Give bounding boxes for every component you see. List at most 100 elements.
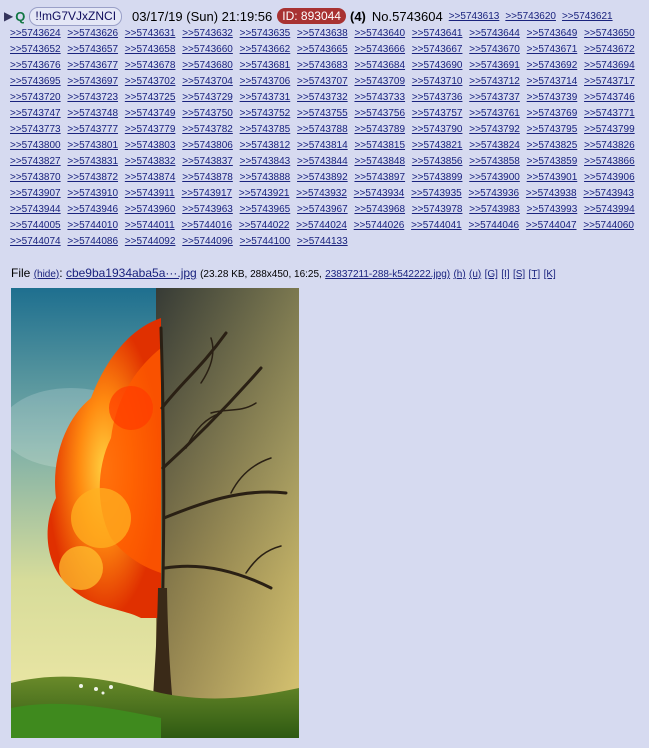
backlink[interactable]: >>5743978 xyxy=(412,204,463,215)
file-action-google[interactable]: [G] xyxy=(485,269,498,280)
backlink[interactable]: >>5743644 xyxy=(469,28,520,39)
backlink[interactable]: >>5743725 xyxy=(125,92,176,103)
file-action-iqdb[interactable]: [I] xyxy=(501,269,509,280)
backlink[interactable]: >>5743635 xyxy=(240,28,291,39)
backlink[interactable]: >>5743921 xyxy=(239,188,290,199)
backlink[interactable]: >>5743859 xyxy=(527,156,578,167)
backlink[interactable]: >>5743946 xyxy=(67,204,118,215)
backlink[interactable]: >>5743631 xyxy=(125,28,176,39)
backlink[interactable]: >>5743757 xyxy=(412,108,463,119)
backlink[interactable]: >>5743691 xyxy=(469,60,520,71)
post-menu-arrow-icon[interactable]: ▶ xyxy=(4,9,13,23)
backlink[interactable]: >>5743638 xyxy=(297,28,348,39)
post-number-link[interactable]: No.5743604 xyxy=(372,9,443,24)
backlink[interactable]: >>5743709 xyxy=(354,76,405,87)
backlink[interactable]: >>5743624 xyxy=(10,28,61,39)
backlink[interactable]: >>5744024 xyxy=(296,220,347,231)
backlink[interactable]: >>5743771 xyxy=(584,108,635,119)
backlink[interactable]: >>5743658 xyxy=(125,44,176,55)
backlink[interactable]: >>5743935 xyxy=(411,188,462,199)
backlink[interactable]: >>5744100 xyxy=(240,236,291,247)
backlink[interactable]: >>5744074 xyxy=(10,236,61,247)
backlink[interactable]: >>5743755 xyxy=(297,108,348,119)
backlink[interactable]: >>5743683 xyxy=(297,60,348,71)
backlink[interactable]: >>5744016 xyxy=(181,220,232,231)
file-action-tineye[interactable]: [T] xyxy=(529,269,541,280)
backlink[interactable]: >>5744046 xyxy=(469,220,520,231)
backlink[interactable]: >>5743799 xyxy=(584,124,635,135)
backlink[interactable]: >>5743938 xyxy=(526,188,577,199)
backlink[interactable]: >>5743917 xyxy=(181,188,232,199)
backlink[interactable]: >>5743806 xyxy=(182,140,233,151)
backlink[interactable]: >>5743944 xyxy=(10,204,61,215)
backlink[interactable]: >>5743960 xyxy=(125,204,176,215)
backlink[interactable]: >>5743788 xyxy=(297,124,348,135)
backlink[interactable]: >>5743815 xyxy=(354,140,405,151)
backlink[interactable]: >>5743800 xyxy=(10,140,61,151)
backlink[interactable]: >>5743749 xyxy=(125,108,176,119)
backlink[interactable]: >>5743676 xyxy=(10,60,61,71)
backlink[interactable]: >>5743756 xyxy=(354,108,405,119)
backlink[interactable]: >>5743632 xyxy=(182,28,233,39)
backlink[interactable]: >>5743692 xyxy=(527,60,578,71)
backlink[interactable]: >>5743731 xyxy=(240,92,291,103)
backlink[interactable]: >>5743795 xyxy=(527,124,578,135)
backlink[interactable]: >>5743736 xyxy=(412,92,463,103)
backlink[interactable]: >>5744086 xyxy=(67,236,118,247)
backlink[interactable]: >>5744092 xyxy=(125,236,176,247)
backlink[interactable]: >>5744011 xyxy=(125,220,175,231)
backlink[interactable]: >>5743790 xyxy=(412,124,463,135)
backlink[interactable]: >>5743672 xyxy=(584,44,635,55)
backlink[interactable]: >>5743831 xyxy=(67,156,118,167)
backlink[interactable]: >>5743866 xyxy=(584,156,635,167)
backlink[interactable]: >>5743750 xyxy=(182,108,233,119)
backlink[interactable]: >>5743789 xyxy=(354,124,405,135)
backlink[interactable]: >>5744026 xyxy=(354,220,405,231)
backlink[interactable]: >>5743936 xyxy=(469,188,520,199)
backlink[interactable]: >>5743739 xyxy=(527,92,578,103)
backlink[interactable]: >>5743752 xyxy=(240,108,291,119)
backlink[interactable]: >>5744022 xyxy=(239,220,290,231)
backlink[interactable]: >>5743963 xyxy=(182,204,233,215)
backlink[interactable]: >>5743965 xyxy=(240,204,291,215)
backlink[interactable]: >>5743968 xyxy=(354,204,405,215)
backlink[interactable]: >>5743680 xyxy=(182,60,233,71)
backlink[interactable]: >>5743747 xyxy=(10,108,61,119)
backlink[interactable]: >>5743733 xyxy=(354,92,405,103)
backlink[interactable]: >>5743814 xyxy=(297,140,348,151)
backlink[interactable]: >>5743707 xyxy=(297,76,348,87)
backlink[interactable]: >>5743717 xyxy=(584,76,635,87)
backlink[interactable]: >>5743901 xyxy=(527,172,578,183)
backlink[interactable]: >>5743792 xyxy=(469,124,520,135)
backlink[interactable]: >>5743684 xyxy=(354,60,405,71)
backlink[interactable]: >>5743899 xyxy=(412,172,463,183)
backlink[interactable]: >>5743785 xyxy=(240,124,291,135)
backlink[interactable]: >>5743694 xyxy=(584,60,635,71)
backlink[interactable]: >>5743907 xyxy=(10,188,61,199)
backlink[interactable]: >>5743848 xyxy=(354,156,405,167)
backlink[interactable]: >>5743843 xyxy=(240,156,291,167)
header-reply-link[interactable]: >>5743613 xyxy=(449,11,500,22)
backlink[interactable]: >>5743640 xyxy=(354,28,405,39)
backlink[interactable]: >>5743769 xyxy=(527,108,578,119)
backlink[interactable]: >>5743695 xyxy=(10,76,61,87)
backlink[interactable]: >>5743779 xyxy=(125,124,176,135)
backlink[interactable]: >>5743872 xyxy=(67,172,118,183)
backlink[interactable]: >>5744133 xyxy=(297,236,348,247)
backlink[interactable]: >>5743704 xyxy=(182,76,233,87)
backlink[interactable]: >>5743821 xyxy=(412,140,463,151)
backlink[interactable]: >>5743888 xyxy=(240,172,291,183)
backlink[interactable]: >>5743649 xyxy=(527,28,578,39)
backlink[interactable]: >>5743714 xyxy=(527,76,578,87)
poster-id-badge[interactable]: ID: 893044 xyxy=(277,8,346,24)
backlink[interactable]: >>5743906 xyxy=(584,172,635,183)
backlink[interactable]: >>5743641 xyxy=(412,28,463,39)
backlink[interactable]: >>5743994 xyxy=(584,204,635,215)
backlink[interactable]: >>5743723 xyxy=(67,92,118,103)
file-name-link[interactable]: cbe9ba1934aba5a···.jpg xyxy=(66,266,197,280)
original-filename-link[interactable]: 23837211-288-k542222.jpg) xyxy=(325,269,450,280)
backlink[interactable]: >>5743897 xyxy=(354,172,405,183)
backlink[interactable]: >>5743773 xyxy=(10,124,61,135)
backlink[interactable]: >>5743993 xyxy=(527,204,578,215)
backlink[interactable]: >>5743782 xyxy=(182,124,233,135)
